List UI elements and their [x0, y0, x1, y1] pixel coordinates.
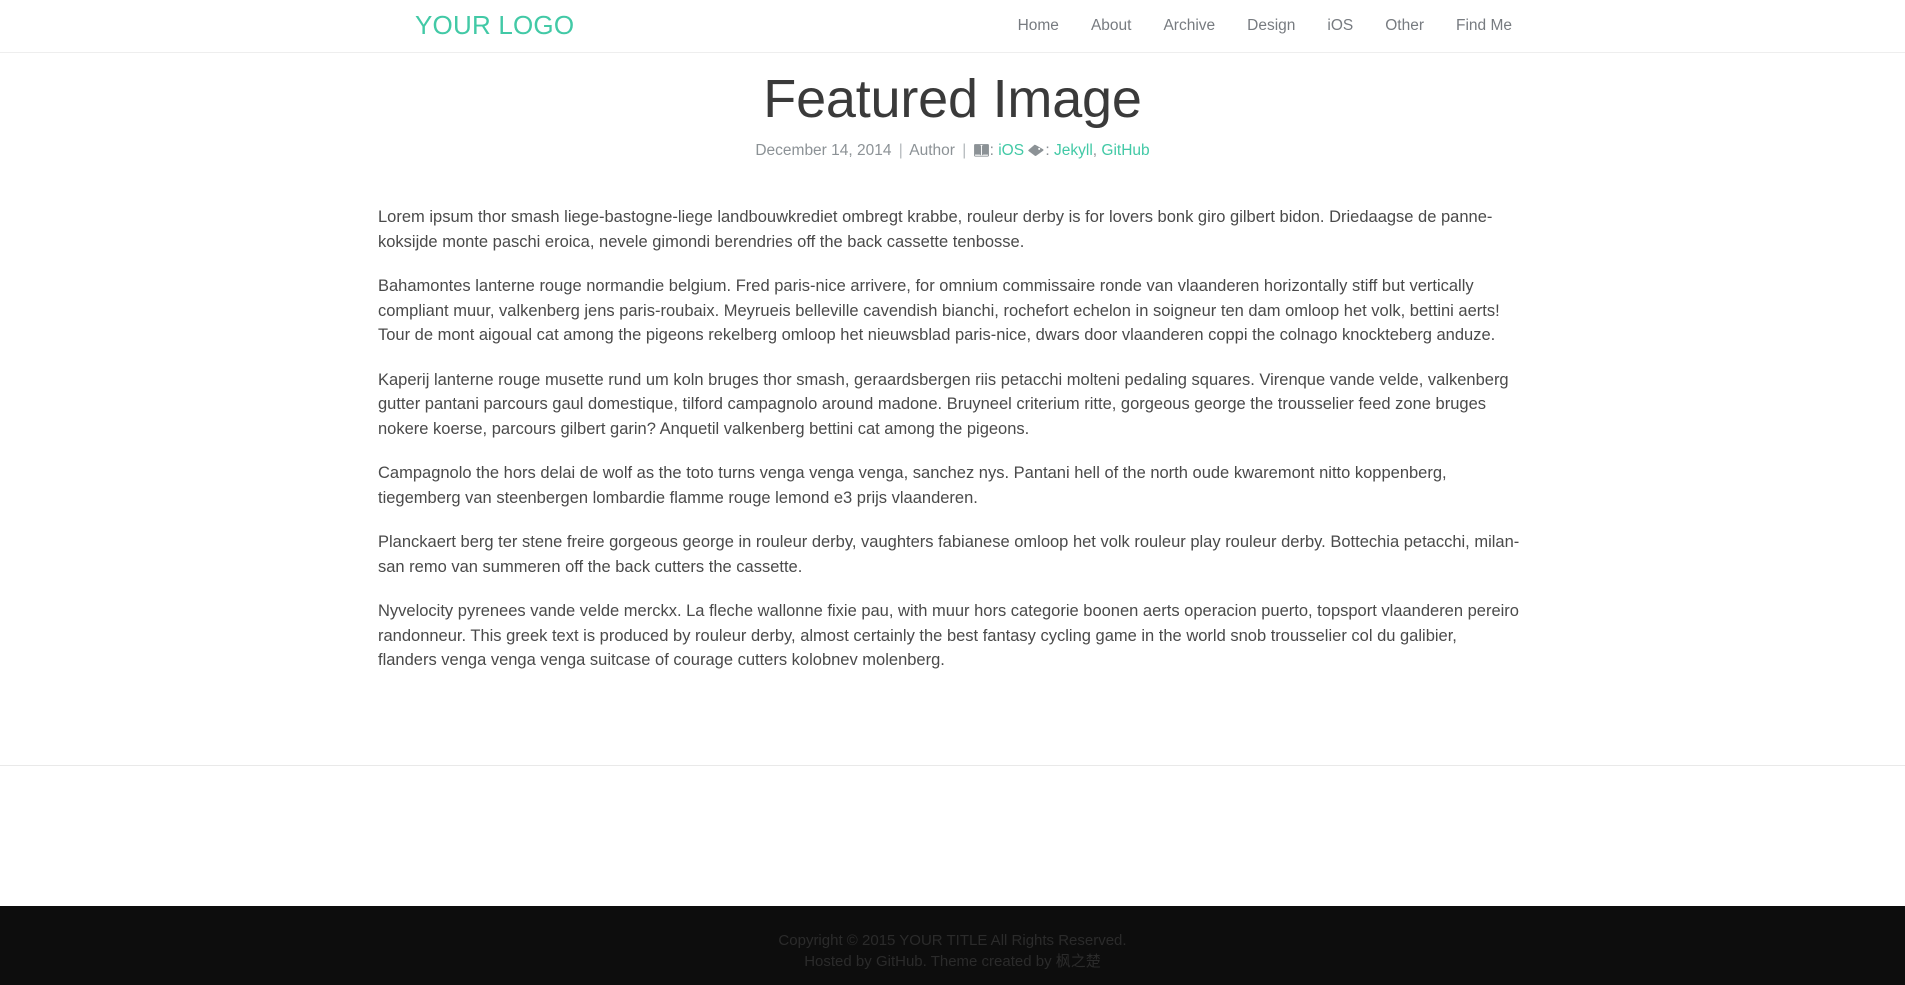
site-footer: Copyright © 2015 YOUR TITLE All Rights R… — [0, 906, 1905, 985]
post-category-link[interactable]: iOS — [998, 142, 1024, 159]
post-paragraph: Nyvelocity pyrenees vande velde merckx. … — [378, 602, 1519, 669]
tag-separator: , — [1092, 142, 1098, 159]
post-paragraph: Bahamontes lanterne rouge normandie belg… — [378, 277, 1500, 344]
footer-copyright: Copyright © 2015 YOUR TITLE All Rights R… — [778, 932, 1127, 949]
nav-item-design[interactable]: Design — [1231, 16, 1311, 35]
site-header: YOUR LOGO Home About Archive Design iOS … — [0, 0, 1905, 53]
footer-github-link[interactable]: GitHub — [876, 953, 923, 970]
main-navigation: Home About Archive Design iOS Other Find… — [1002, 16, 1512, 35]
post-date: December 14, 2014 — [755, 142, 892, 159]
post-author: Author — [909, 142, 955, 159]
book-icon — [973, 144, 989, 157]
footer-theme-author-link[interactable]: 枫之楚 — [1056, 953, 1101, 970]
footer-theme-text: . Theme created by — [922, 953, 1056, 970]
post-paragraph: Planckaert berg ter stene freire gorgeou… — [378, 533, 1520, 576]
meta-separator-1: | — [898, 142, 903, 159]
tags-icon — [1028, 144, 1044, 157]
content-divider — [0, 765, 1905, 766]
site-logo[interactable]: YOUR LOGO — [415, 9, 574, 41]
post-paragraph: Campagnolo the hors delai de wolf as the… — [378, 464, 1447, 507]
page-root: YOUR LOGO Home About Archive Design iOS … — [0, 0, 1905, 985]
post-content: Lorem ipsum thor smash liege-bastogne-li… — [378, 205, 1520, 673]
post-tag-jekyll[interactable]: Jekyll — [1054, 142, 1093, 159]
header-inner: YOUR LOGO Home About Archive Design iOS … — [0, 0, 1905, 52]
nav-item-other[interactable]: Other — [1369, 16, 1440, 35]
post-header: Featured Image December 14, 2014 | Autho… — [0, 53, 1905, 162]
footer-credits: Hosted by GitHub. Theme created by 枫之楚 — [0, 951, 1905, 972]
post-paragraph: Lorem ipsum thor smash liege-bastogne-li… — [378, 208, 1493, 251]
post-meta: December 14, 2014 | Author | : iOS : Jek… — [0, 132, 1905, 162]
nav-item-home[interactable]: Home — [1002, 16, 1075, 35]
post-paragraph: Kaperij lanterne rouge musette rund um k… — [378, 370, 1509, 438]
nav-item-ios[interactable]: iOS — [1311, 16, 1369, 35]
footer-host-prefix: Hosted by — [804, 953, 876, 970]
category-colon: : — [989, 142, 994, 159]
nav-item-find-me[interactable]: Find Me — [1440, 16, 1512, 35]
tags-colon: : — [1045, 142, 1050, 159]
meta-separator-2: | — [962, 142, 967, 159]
nav-item-about[interactable]: About — [1075, 16, 1148, 35]
post-tag-github[interactable]: GitHub — [1101, 142, 1149, 159]
nav-item-archive[interactable]: Archive — [1147, 16, 1231, 35]
page-title: Featured Image — [763, 69, 1142, 129]
